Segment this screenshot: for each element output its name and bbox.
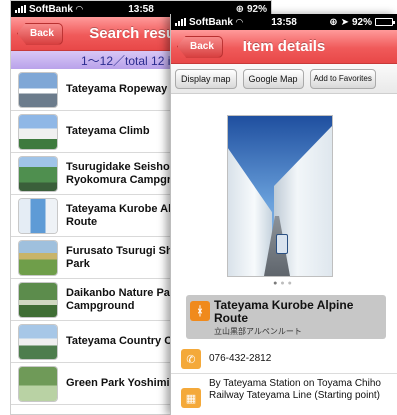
battery-percent: 92%	[351, 16, 372, 28]
back-button[interactable]: Back	[177, 35, 223, 58]
carrier-name: SoftBank	[29, 3, 73, 15]
lock-rotation-icon: ⊕	[329, 16, 338, 28]
result-name: Tateyama Country C	[66, 335, 173, 347]
result-thumbnail	[19, 198, 57, 233]
result-name: Green Park Yoshimi	[66, 377, 170, 389]
access-info: By Tateyama Station on Toyama Chiho Rail…	[209, 378, 381, 401]
action-toolbar: Display map Google Map Add to Favorites	[171, 64, 397, 94]
item-title-card: ᚼ Tateyama Kurobe Alpine Route 立山黒部アルペンル…	[186, 295, 386, 339]
pager-dot[interactable]: ●	[280, 280, 287, 287]
item-subtitle: 立山黒部アルペンルート	[214, 327, 302, 336]
divider	[171, 373, 397, 374]
result-thumbnail	[19, 366, 57, 401]
back-button[interactable]: Back	[17, 22, 63, 45]
bus	[276, 234, 288, 254]
phone-number: 076-432-2812	[209, 353, 272, 364]
result-name: Daikanbo Nature Pa Campground	[66, 286, 170, 312]
item-title: Tateyama Kurobe Alpine Route	[214, 298, 354, 325]
result-thumbnail	[19, 156, 57, 191]
google-map-button[interactable]: Google Map	[242, 68, 304, 89]
phone-row[interactable]: ✆ 076-432-2812	[181, 349, 393, 369]
display-map-button[interactable]: Display map	[175, 68, 237, 89]
access-row: ▦ By Tateyama Station on Toyama Chiho Ra…	[181, 378, 393, 408]
snow-wall-left	[228, 148, 272, 276]
result-name: Tateyama Climb	[66, 125, 150, 137]
battery-percent: 92%	[246, 3, 267, 15]
result-thumbnail	[19, 240, 57, 275]
result-thumbnail	[19, 72, 57, 107]
battery-icon	[375, 18, 395, 26]
status-bar: SoftBank ◠ 13:58 ⊕ ➤ 92%	[171, 14, 397, 30]
result-thumbnail	[19, 324, 57, 359]
wifi-icon: ◠	[75, 3, 83, 14]
item-photo[interactable]	[227, 115, 333, 277]
result-thumbnail	[19, 114, 57, 149]
lock-rotation-icon: ⊕	[235, 3, 244, 15]
carrier-name: SoftBank	[189, 16, 233, 28]
phone-icon: ✆	[181, 349, 201, 369]
pager-dot[interactable]: ●	[288, 280, 295, 287]
result-name: Furusato Tsurugi Sh Park	[66, 244, 173, 270]
result-name: Tateyama Kurobe Al Route	[66, 202, 172, 228]
result-name: Tsurugidake Seishon Ryokomura Campgr	[66, 160, 177, 186]
signal-icon	[15, 5, 26, 13]
item-details-screen: SoftBank ◠ 13:58 ⊕ ➤ 92% Back Item detai…	[170, 14, 397, 415]
result-thumbnail	[19, 282, 57, 317]
train-icon: ▦	[181, 388, 201, 408]
page-indicator[interactable]: ●●●	[171, 280, 397, 287]
signal-icon	[175, 18, 186, 26]
navigation-bar: Back Item details	[171, 30, 397, 64]
add-to-favorites-button[interactable]: Add to Favorites	[309, 68, 376, 89]
ropeway-icon: ᚼ	[190, 301, 210, 321]
location-arrow-icon: ➤	[340, 16, 349, 28]
result-name: Tateyama Ropeway	[66, 83, 168, 95]
wifi-icon: ◠	[235, 16, 243, 27]
